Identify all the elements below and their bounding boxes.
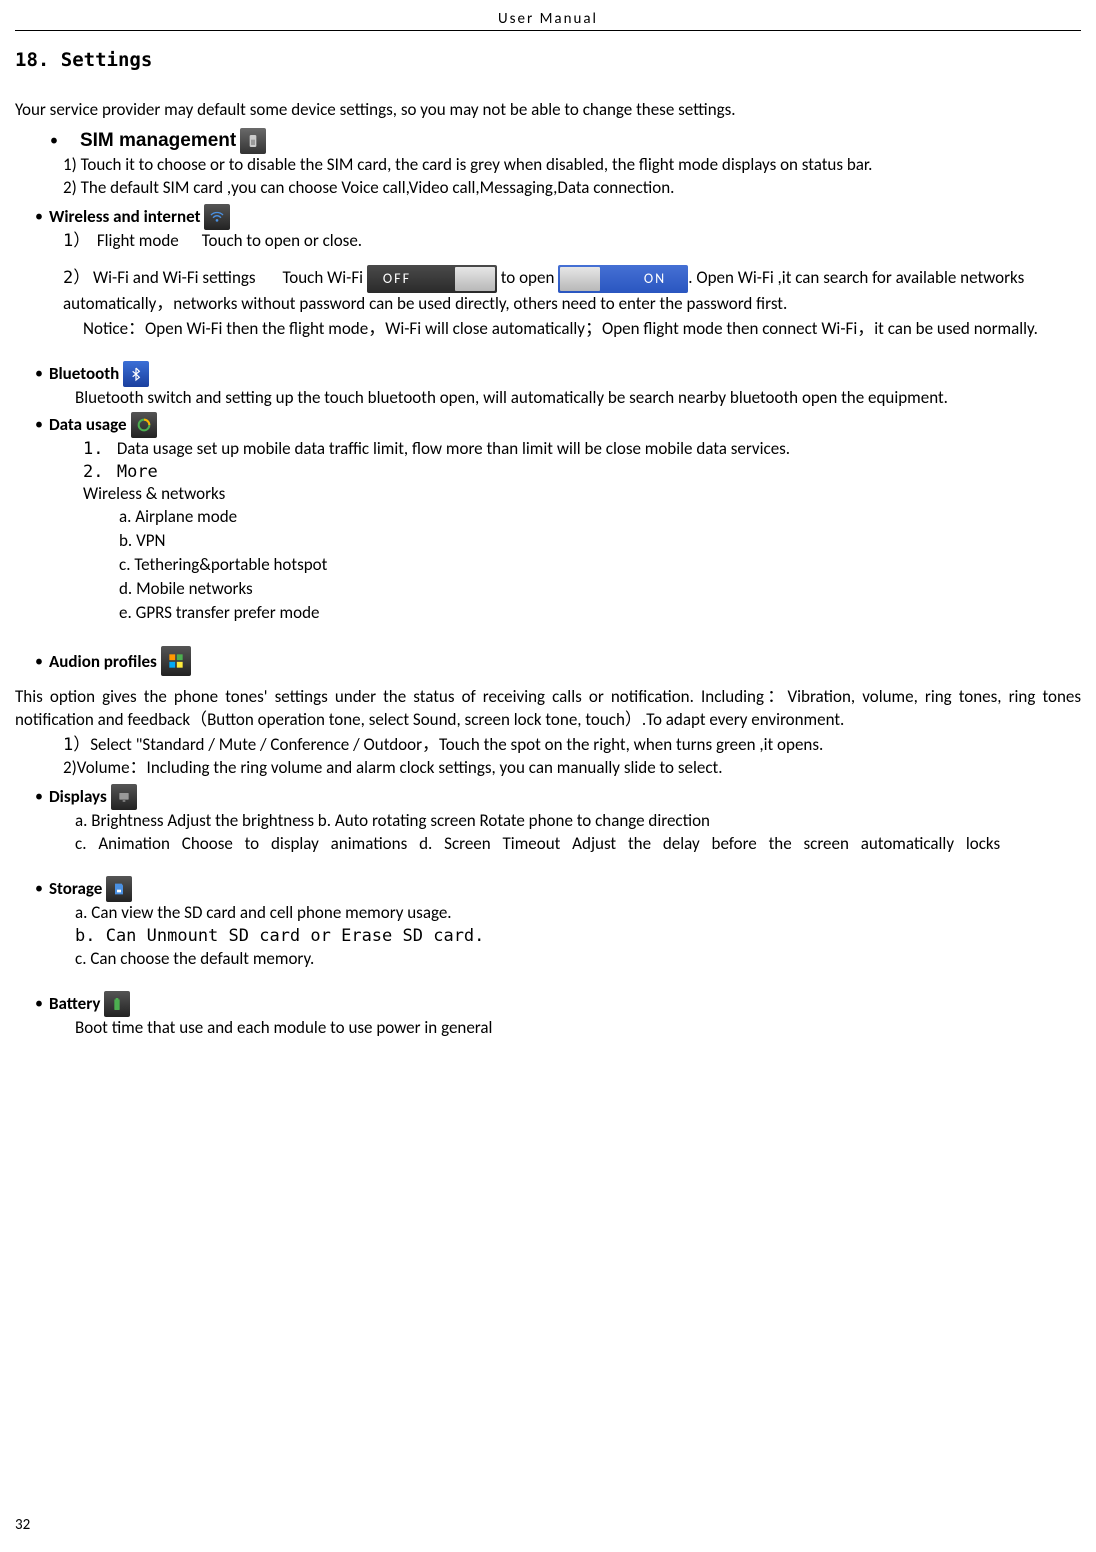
header-rule [15,30,1081,31]
sim-row: • SIM management [50,128,1081,154]
displays-line1: a. Brightness Adjust the brightness b. A… [15,810,1081,833]
bluetooth-label: Bluetooth [49,363,119,384]
bullet-dot: • [35,994,43,1013]
storage-label: Storage [49,878,102,899]
audio-icon [161,646,191,676]
wireless-networks-heading: Wireless & networks [15,483,1081,506]
bullet-dot: • [35,879,43,898]
sim-icon [240,128,266,154]
data-usage-label: Data usage [49,414,127,435]
data-usage-icon [131,412,157,438]
storage-b: b. Can Unmount SD card or Erase SD card. [15,925,1081,948]
more-b: b. VPN [119,530,1081,553]
bullet-dot: • [35,415,43,434]
bluetooth-row: • Bluetooth [35,361,1081,387]
storage-c: c. Can choose the default memory. [15,948,1081,971]
data-usage-1: 1. Data usage set up mobile data traffic… [15,438,1081,461]
more-d: d. Mobile networks [119,578,1081,601]
storage-icon [106,876,132,902]
bullet-dot: • [35,787,43,806]
battery-icon [104,991,130,1017]
wireless-icon [204,204,230,230]
toggle-on[interactable]: ON [558,265,688,293]
more-c: c. Tethering&portable hotspot [119,554,1081,577]
wireless-row: • Wireless and internet [35,204,1081,230]
page-number: 32 [15,1516,30,1534]
bullet-dot: • [35,364,43,383]
wifi-row: 2）Wi-Fi and Wi-Fi settings Touch Wi-Fi O… [63,265,1081,316]
battery-text: Boot time that use and each module to us… [15,1017,1081,1040]
sim-label: SIM management [80,130,236,152]
bluetooth-icon [123,361,149,387]
audio-s2: 2)Volume：Including the ring volume and a… [63,757,1081,780]
audio-s1: 1）Select "Standard / Mute / Conference /… [63,734,1081,757]
battery-row: • Battery [35,991,1081,1017]
bullet-dot: • [50,131,58,150]
doc-header: User Manual [15,10,1081,28]
storage-row: • Storage [35,876,1081,902]
sim-p1: 1) Touch it to choose or to disable the … [15,154,1081,177]
audio-row: • Audion profiles [35,646,1081,676]
toggle-off[interactable]: OFF [367,265,497,293]
audio-p1: This option gives the phone tones' setti… [15,686,1081,732]
section-title: 18. Settings [15,49,1081,71]
storage-a: a. Can view the SD card and cell phone m… [15,902,1081,925]
sim-p2: 2) The default SIM card ,you can choose … [63,177,1081,200]
wifi-notice: Notice：Open Wi-Fi then the flight mode，W… [39,318,1081,341]
bluetooth-text: Bluetooth switch and setting up the touc… [75,387,1081,410]
displays-row: • Displays [35,784,1081,810]
bullet-dot: • [35,207,43,226]
data-usage-row: • Data usage [35,412,1081,438]
intro-text: Your service provider may default some d… [15,99,1081,122]
displays-icon [111,784,137,810]
displays-label: Displays [49,786,107,807]
more-a: a. Airplane mode [119,506,1081,529]
flight-mode-row: 1） Flight mode Touch to open or close. [63,230,1081,253]
wireless-label: Wireless and internet [49,206,201,227]
audio-label: Audion profiles [49,651,157,672]
bullet-dot: • [35,652,43,671]
displays-line2: c. Animation Choose to display animation… [15,833,1081,856]
more-e: e. GPRS transfer prefer mode [119,602,1081,625]
battery-label: Battery [49,993,100,1014]
data-more: 2. More [15,461,1081,484]
